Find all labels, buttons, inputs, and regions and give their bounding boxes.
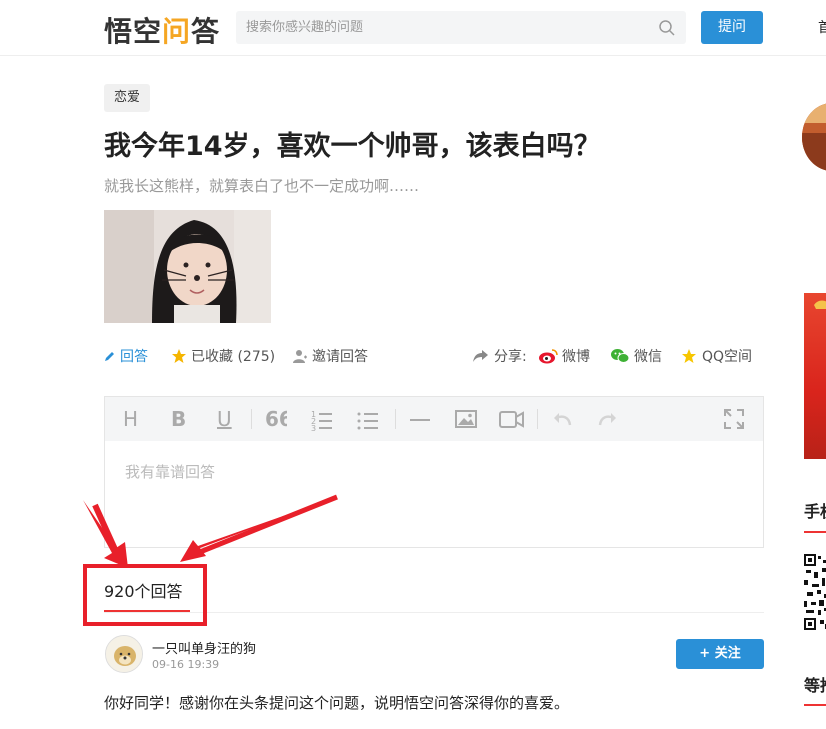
answer-action[interactable]: 回答	[104, 346, 148, 366]
heading-icon[interactable]: H	[123, 407, 138, 431]
answer-author-name[interactable]: 一只叫单身汪的狗	[152, 638, 256, 657]
editor-toolbar: H B U 66 123	[105, 397, 763, 441]
answer-action-label: 回答	[120, 349, 148, 365]
toolbar-divider	[537, 409, 538, 429]
question-tag[interactable]: 恋爱	[104, 84, 151, 112]
search-icon[interactable]	[658, 19, 676, 37]
bullet-list-icon[interactable]	[357, 407, 379, 431]
invite-action[interactable]: 邀请回答	[292, 346, 368, 366]
star-icon	[172, 349, 186, 363]
share-label: 分享:	[494, 349, 527, 365]
svg-text:66: 66	[265, 407, 287, 431]
qzone-star-icon	[682, 349, 696, 363]
image-icon[interactable]	[455, 407, 477, 431]
answer-author-avatar[interactable]	[105, 635, 143, 673]
redo-icon[interactable]	[597, 407, 619, 431]
share-wechat-label: 微信	[634, 349, 662, 365]
wechat-icon	[611, 349, 630, 363]
sidebar-section-underline-2	[804, 704, 826, 706]
editor-placeholder[interactable]: 我有靠谱回答	[125, 461, 215, 482]
invite-action-label: 邀请回答	[312, 349, 368, 365]
logo[interactable]: 悟空问答	[104, 10, 220, 50]
toolbar-divider	[251, 409, 252, 429]
invite-user-icon	[293, 350, 307, 363]
share-arrow-icon	[473, 350, 488, 362]
svg-text:3: 3	[311, 424, 316, 431]
sidebar-section-title-2: 等推	[804, 676, 826, 695]
ask-question-button[interactable]: 提问	[701, 11, 763, 44]
sidebar-banner[interactable]	[804, 293, 826, 459]
sidebar-section-underline	[804, 531, 826, 533]
search-input[interactable]	[246, 11, 646, 44]
video-icon[interactable]	[499, 407, 525, 431]
underline-icon[interactable]: U	[217, 407, 232, 431]
pencil-icon	[105, 352, 114, 361]
question-actions: 回答 已收藏 (275) 邀请回答 分享: 微博 微信 QQ空间	[104, 346, 764, 370]
answer-text[interactable]: 你好同学！感谢你在头条提问这个问题，说明悟空问答深得你的喜爱。	[104, 692, 569, 713]
share-qzone-label: QQ空间	[702, 349, 753, 365]
answer-timestamp: 09-16 19:39	[152, 658, 220, 671]
question-image[interactable]	[104, 210, 271, 323]
bold-icon[interactable]: B	[171, 407, 186, 431]
annotation-highlight-box	[83, 564, 207, 626]
share-weibo-label: 微博	[562, 349, 590, 365]
horizontal-rule-icon[interactable]	[409, 407, 431, 431]
search-box[interactable]	[236, 11, 686, 44]
collect-action[interactable]: 已收藏 (275)	[171, 346, 275, 366]
sidebar-avatar[interactable]	[802, 103, 826, 171]
qr-code-icon	[804, 554, 826, 632]
nav-home-link[interactable]: 首	[818, 17, 826, 37]
share-label-group: 分享:	[472, 346, 527, 366]
answer-editor[interactable]: H B U 66 123 我有靠谱回答	[104, 396, 764, 548]
fullscreen-icon[interactable]	[723, 407, 745, 431]
question-description: 就我长这熊样，就算表白了也不一定成功啊……	[104, 177, 420, 195]
follow-button[interactable]: + 关注	[676, 639, 764, 669]
quote-icon[interactable]: 66	[265, 407, 287, 431]
ordered-list-icon[interactable]: 123	[311, 407, 333, 431]
sidebar-section-title: 手机	[804, 502, 826, 521]
toolbar-divider	[395, 409, 396, 429]
weibo-icon	[539, 349, 558, 364]
undo-icon[interactable]	[551, 407, 573, 431]
share-weibo[interactable]: 微博	[538, 346, 590, 366]
collect-action-label: 已收藏 (275)	[191, 349, 276, 365]
top-header: 悟空问答 提问 首	[0, 0, 826, 56]
share-wechat[interactable]: 微信	[610, 346, 662, 366]
share-qzone[interactable]: QQ空间	[680, 346, 752, 366]
question-title: 我今年14岁，喜欢一个帅哥，该表白吗？	[104, 131, 601, 162]
